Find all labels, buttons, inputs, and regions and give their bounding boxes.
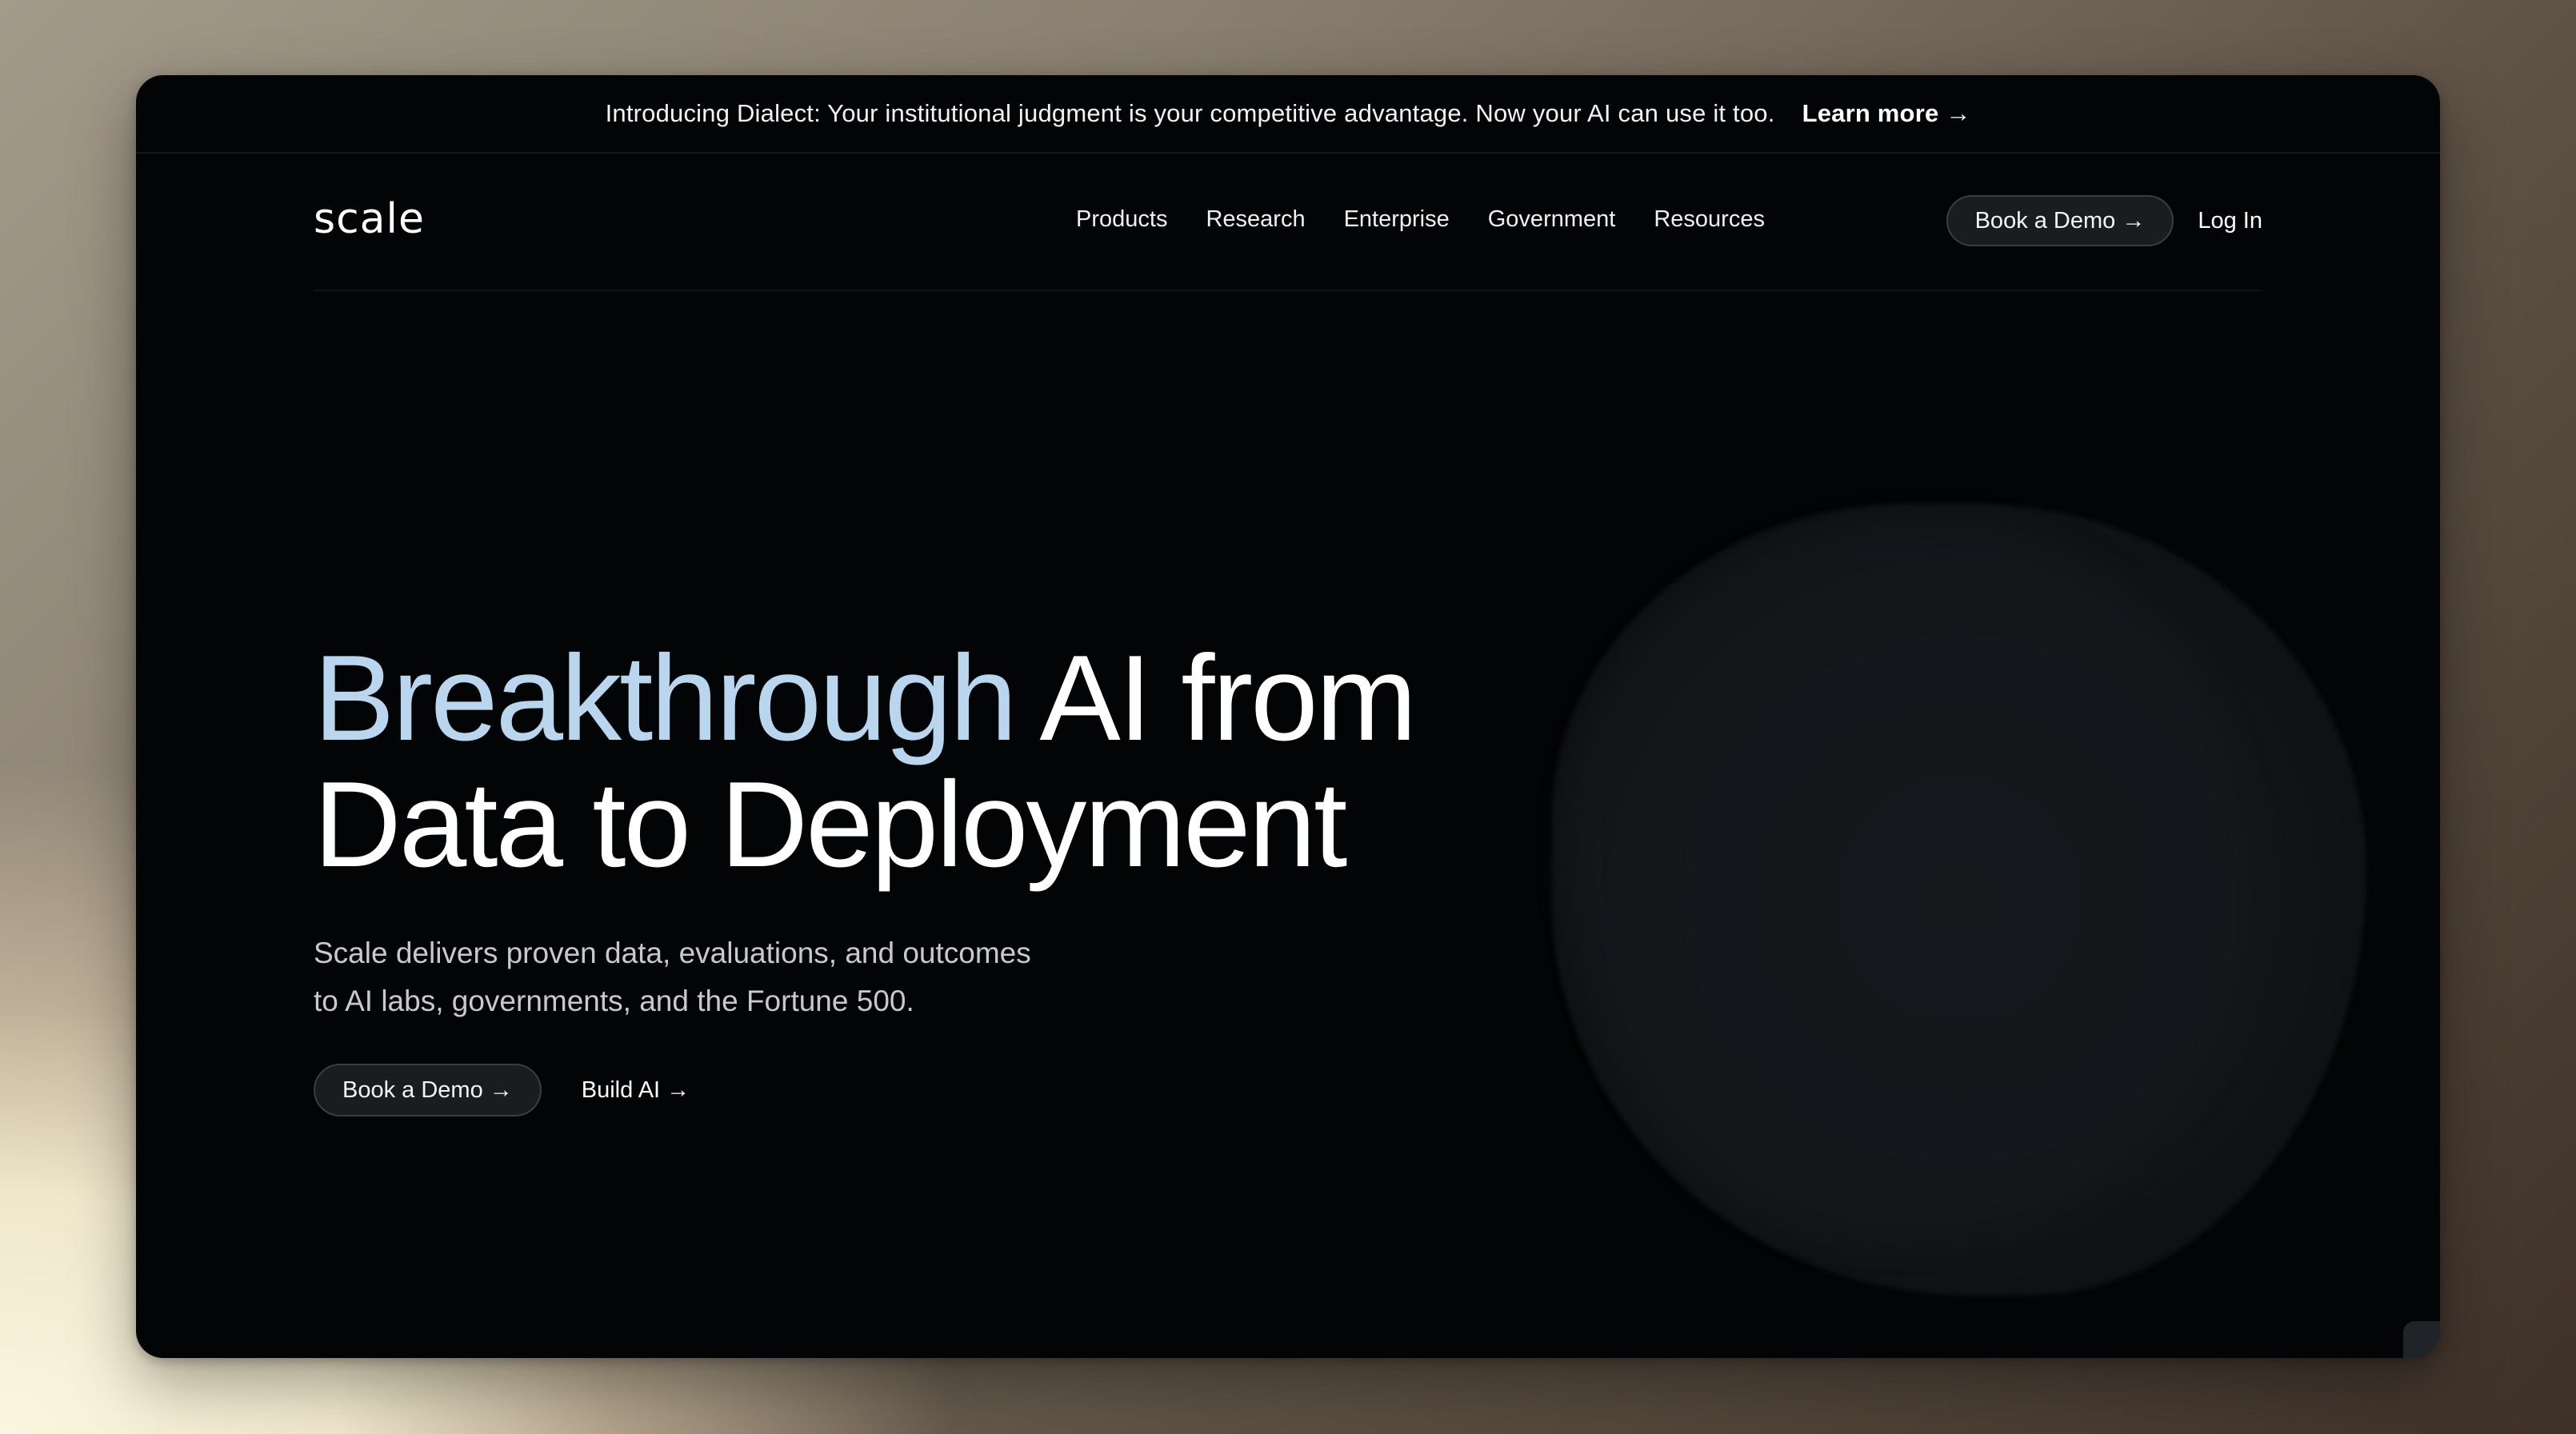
nav-item-resources[interactable]: Resources xyxy=(1654,206,1765,233)
main-navigation: scale Products Research Enterprise Gover… xyxy=(314,154,2262,291)
hero-title-line1-rest: AI from xyxy=(1014,630,1417,766)
hero-blob-shading xyxy=(1568,523,2256,1243)
login-link[interactable]: Log In xyxy=(2198,208,2262,234)
hero-subtitle-line2: to AI labs, governments, and the Fortune… xyxy=(314,985,914,1017)
nav-actions: Book a Demo → Log In xyxy=(1946,195,2262,246)
hero-subtitle: Scale delivers proven data, evaluations,… xyxy=(314,929,1194,1025)
nav-links: Products Research Enterprise Government … xyxy=(1076,206,1803,233)
hero-book-demo-button[interactable]: Book a Demo → xyxy=(314,1064,542,1116)
announcement-text: Introducing Dialect: Your institutional … xyxy=(605,99,1775,127)
browser-window: Introducing Dialect: Your institutional … xyxy=(136,75,2440,1358)
learn-more-link[interactable]: Learn more → xyxy=(1802,99,1971,128)
announcement-bar: Introducing Dialect: Your institutional … xyxy=(136,75,2440,154)
hero-title: Breakthrough AI from Data to Deployment xyxy=(314,635,1417,888)
corner-widget[interactable] xyxy=(2403,1321,2440,1358)
nav-item-government[interactable]: Government xyxy=(1488,206,1616,233)
build-ai-link[interactable]: Build AI → xyxy=(582,1077,690,1104)
nav-item-products[interactable]: Products xyxy=(1076,206,1167,233)
nav-book-demo-button[interactable]: Book a Demo → xyxy=(1946,195,2174,246)
hero-title-accent: Breakthrough xyxy=(314,630,1018,766)
hero-title-line2: Data to Deployment xyxy=(314,757,1347,893)
hero-actions: Book a Demo → Build AI → xyxy=(314,1064,690,1116)
nav-item-enterprise[interactable]: Enterprise xyxy=(1344,206,1450,233)
nav-item-research[interactable]: Research xyxy=(1206,206,1305,233)
scale-logo[interactable]: scale xyxy=(314,195,425,243)
hero-subtitle-line1: Scale delivers proven data, evaluations,… xyxy=(314,937,1031,969)
